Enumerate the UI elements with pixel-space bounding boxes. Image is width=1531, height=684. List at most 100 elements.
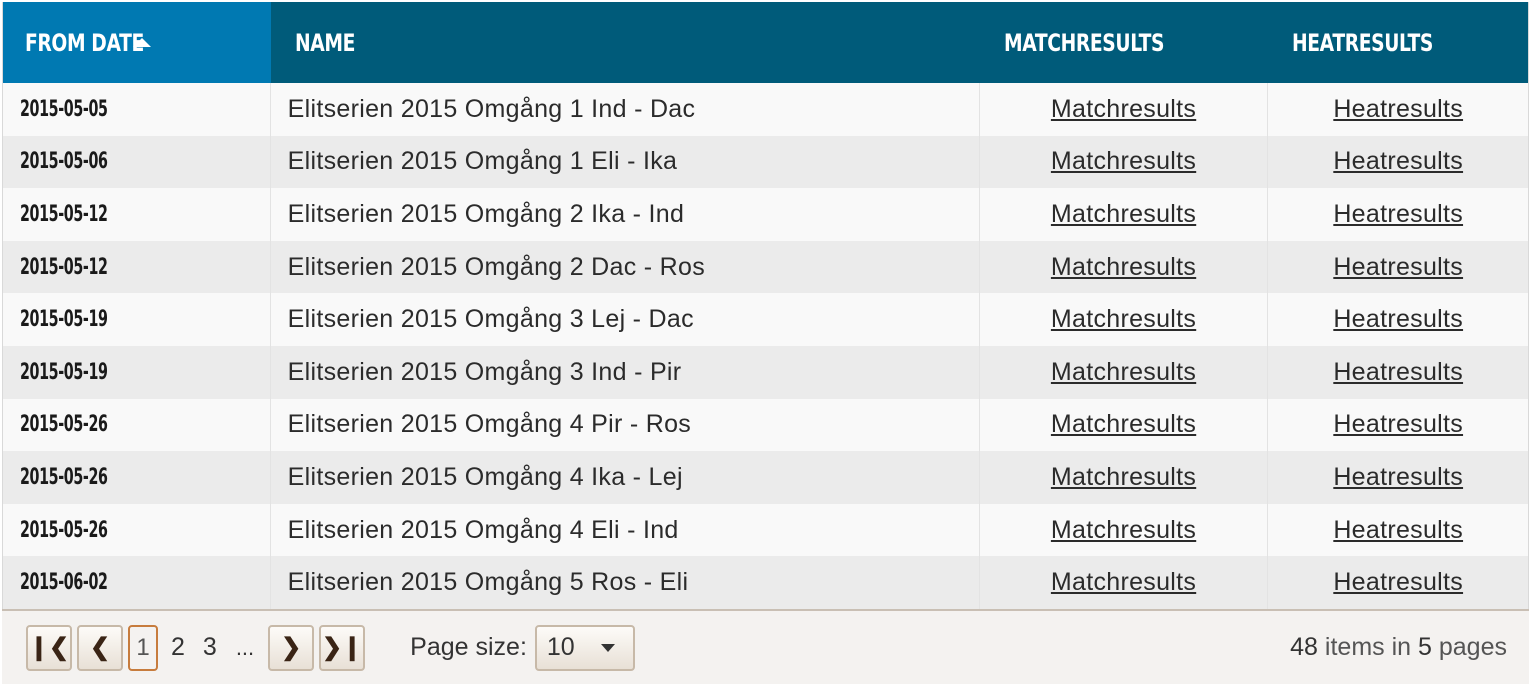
page-size-control: Page size: 10 <box>410 624 635 671</box>
table-header: From date Name Matchresults Heatresults <box>3 2 1528 83</box>
cell-matchresults: Matchresults <box>980 398 1269 452</box>
cell-name: Elitserien 2015 Omgång 4 Eli - Ind <box>271 503 980 557</box>
heatresults-link[interactable]: Heatresults <box>1333 516 1463 545</box>
cell-date: 2015-05-12 <box>3 188 271 241</box>
cell-matchresults: Matchresults <box>980 451 1269 504</box>
matchresults-link[interactable]: Matchresults <box>1051 95 1196 124</box>
cell-date: 2015-05-26 <box>3 451 271 504</box>
heatresults-link[interactable]: Heatresults <box>1333 358 1463 387</box>
cell-date: 2015-06-02 <box>3 556 271 609</box>
matchresults-link[interactable]: Matchresults <box>1051 305 1196 334</box>
matchresults-link[interactable]: Matchresults <box>1051 200 1196 229</box>
matchresults-link[interactable]: Matchresults <box>1051 358 1196 387</box>
cell-name: Elitserien 2015 Omgång 4 Pir - Ros <box>271 398 980 452</box>
cell-date: 2015-05-05 <box>3 83 271 136</box>
first-page-button[interactable]: ❙❮ <box>26 624 72 671</box>
cell-matchresults: Matchresults <box>980 293 1269 346</box>
cell-heatresults: Heatresults <box>1268 136 1528 189</box>
cell-date: 2015-05-06 <box>3 135 271 189</box>
table-row: 2015-05-12 Elitserien 2015 Omgång 2 Ika -… <box>3 188 1528 241</box>
date-text: 2015-05-19 <box>20 359 108 385</box>
cell-heatresults: Heatresults <box>1268 241 1528 294</box>
table-row: 2015-05-26 Elitserien 2015 Omgång 4 Ika -… <box>3 451 1528 504</box>
chevron-down-icon <box>600 643 615 652</box>
header-from-date-label: From date <box>25 28 144 57</box>
table-row: 2015-05-26 Elitserien 2015 Omgång 4 Pir -… <box>3 398 1528 452</box>
matchresults-link[interactable]: Matchresults <box>1051 568 1196 597</box>
cell-heatresults: Heatresults <box>1268 504 1528 557</box>
last-page-icon: ❯❙ <box>322 634 363 661</box>
next-page-button[interactable]: ❯ <box>268 624 315 671</box>
cell-matchresults: Matchresults <box>980 135 1269 189</box>
cell-name: Elitserien 2015 Omgång 5 Ros - Eli <box>271 556 980 609</box>
date-text: 2015-06-02 <box>20 570 108 596</box>
matchresults-link[interactable]: Matchresults <box>1051 147 1196 176</box>
header-name[interactable]: Name <box>271 2 980 83</box>
date-text: 2015-05-19 <box>20 307 108 333</box>
cell-matchresults: Matchresults <box>980 188 1269 241</box>
date-text: 2015-05-26 <box>20 517 108 543</box>
header-from-date[interactable]: From date <box>3 2 271 83</box>
cell-name: Elitserien 2015 Omgång 3 Lej - Dac <box>271 293 980 346</box>
heatresults-link[interactable]: Heatresults <box>1333 253 1463 282</box>
cell-name: Elitserien 2015 Omgång 2 Dac - Ros <box>271 240 980 294</box>
header-matchresults-label: Matchresults <box>1003 28 1165 57</box>
cell-matchresults: Matchresults <box>980 503 1269 557</box>
pages-text: pages <box>1438 633 1507 661</box>
table-row: 2015-05-26 Elitserien 2015 Omgång 4 Eli -… <box>3 503 1528 557</box>
results-grid: From date Name Matchresults Heatresults … <box>2 2 1529 610</box>
items-in-text: items in <box>1324 633 1412 661</box>
page-size-value: 10 <box>546 633 575 661</box>
matchresults-link[interactable]: Matchresults <box>1051 253 1196 282</box>
date-text: 2015-05-26 <box>20 464 108 490</box>
date-text: 2015-05-06 <box>20 149 108 175</box>
heatresults-link[interactable]: Heatresults <box>1333 463 1463 492</box>
page-size-select[interactable]: 10 <box>534 624 635 671</box>
date-text: 2015-05-26 <box>20 412 108 438</box>
matchresults-link[interactable]: Matchresults <box>1051 463 1196 492</box>
cell-matchresults: Matchresults <box>980 240 1269 294</box>
cell-name: Elitserien 2015 Omgång 4 Ika - Lej <box>271 451 980 504</box>
more-pages-button[interactable]: ... <box>236 635 254 661</box>
cell-date: 2015-05-19 <box>3 293 271 346</box>
heatresults-link[interactable]: Heatresults <box>1333 305 1463 334</box>
table-body: 2015-05-05 Elitserien 2015 Omgång 1 Ind -… <box>3 83 1528 609</box>
heatresults-link[interactable]: Heatresults <box>1333 95 1463 124</box>
total-items: 48 <box>1290 633 1318 661</box>
pager-info: 48 items in 5 pages <box>1290 633 1507 662</box>
heatresults-link[interactable]: Heatresults <box>1333 147 1463 176</box>
heatresults-link[interactable]: Heatresults <box>1333 200 1463 229</box>
page-3-button[interactable]: 3 <box>203 633 217 662</box>
header-heatresults-label: Heatresults <box>1292 28 1434 57</box>
cell-heatresults: Heatresults <box>1268 293 1528 346</box>
heatresults-link[interactable]: Heatresults <box>1333 568 1463 597</box>
next-page-icon: ❯ <box>281 634 302 661</box>
first-page-icon: ❙❮ <box>28 634 70 661</box>
header-heatresults[interactable]: Heatresults <box>1268 2 1528 83</box>
cell-date: 2015-05-19 <box>3 345 271 399</box>
last-page-button[interactable]: ❯❙ <box>319 624 366 671</box>
header-matchresults[interactable]: Matchresults <box>980 2 1269 83</box>
page-size-label: Page size: <box>410 633 527 661</box>
cell-matchresults: Matchresults <box>980 83 1269 136</box>
page-1-button[interactable]: 1 <box>128 624 158 671</box>
cell-date: 2015-05-26 <box>3 503 271 557</box>
table-row: 2015-06-02 Elitserien 2015 Omgång 5 Ros -… <box>3 556 1528 609</box>
date-text: 2015-05-12 <box>20 201 108 227</box>
table-row: 2015-05-12 Elitserien 2015 Omgång 2 Dac -… <box>3 240 1528 294</box>
cell-matchresults: Matchresults <box>980 345 1269 399</box>
cell-heatresults: Heatresults <box>1268 399 1528 452</box>
cell-name: Elitserien 2015 Omgång 1 Eli - Ika <box>271 135 980 189</box>
pager: ❙❮ ❮ 1 2 3 ... ❯ ❯❙ Page size: 10 48 ite… <box>2 609 1529 684</box>
cell-heatresults: Heatresults <box>1268 556 1528 609</box>
cell-matchresults: Matchresults <box>980 556 1269 609</box>
heatresults-link[interactable]: Heatresults <box>1333 410 1463 439</box>
date-text: 2015-05-05 <box>20 96 108 122</box>
prev-page-button[interactable]: ❮ <box>77 624 123 671</box>
matchresults-link[interactable]: Matchresults <box>1051 410 1196 439</box>
header-name-label: Name <box>294 28 355 57</box>
cell-heatresults: Heatresults <box>1268 83 1528 136</box>
matchresults-link[interactable]: Matchresults <box>1051 516 1196 545</box>
cell-name: Elitserien 2015 Omgång 2 Ika - Ind <box>271 188 980 241</box>
page-2-button[interactable]: 2 <box>171 633 185 662</box>
